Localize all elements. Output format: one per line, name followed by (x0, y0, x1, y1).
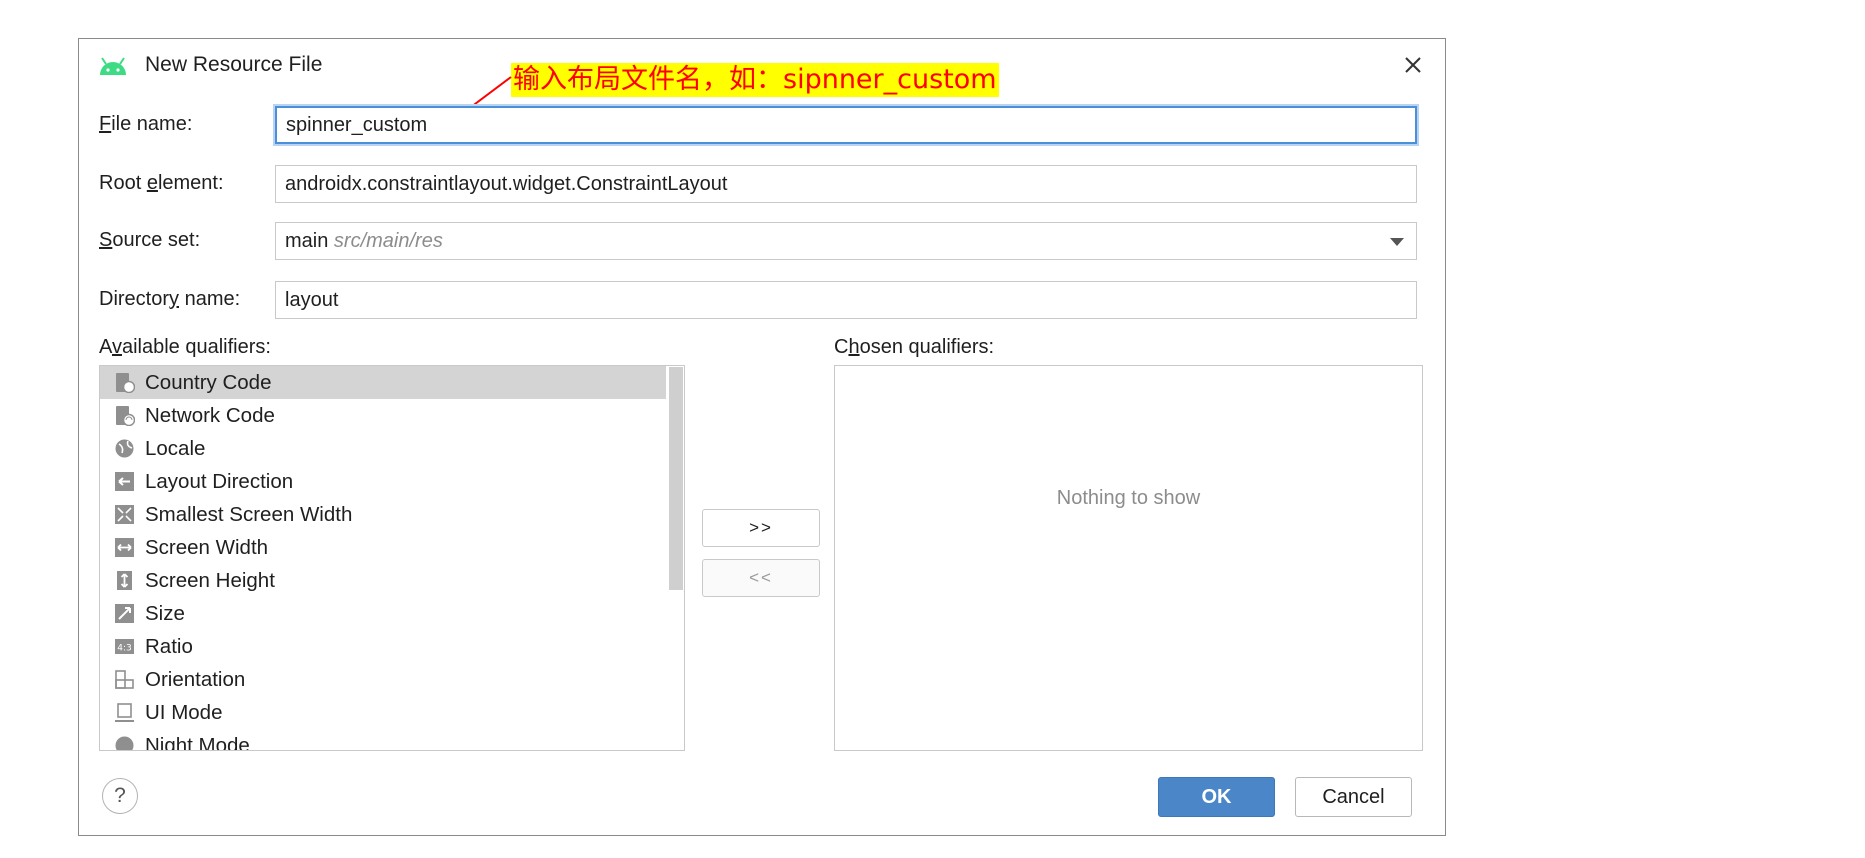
qualifier-label: Layout Direction (145, 470, 294, 493)
qualifier-item[interactable]: Locale (100, 432, 684, 465)
file-name-value: spinner_custom (286, 114, 428, 136)
available-qualifiers-label: Available qualifiers: (99, 336, 271, 358)
country-code-icon (116, 373, 135, 393)
ratio-icon: 4:3 (115, 639, 134, 654)
globe-icon (115, 439, 134, 458)
chosen-qualifiers-label: Chosen qualifiers: (834, 336, 995, 358)
qualifier-label: Network Code (145, 404, 275, 427)
qualifier-item[interactable]: Smallest Screen Width (100, 498, 684, 531)
empty-state-text: Nothing to show (1056, 487, 1201, 509)
qualifier-item[interactable]: Size (100, 597, 684, 630)
root-element-value: androidx.constraintlayout.widget.Constra… (285, 173, 728, 195)
qualifier-item[interactable]: Layout Direction (100, 465, 684, 498)
qualifier-item[interactable]: Screen Width (100, 531, 684, 564)
root-element-input[interactable]: androidx.constraintlayout.widget.Constra… (275, 165, 1417, 203)
orientation-icon (115, 670, 134, 689)
directory-name-input[interactable]: layout (275, 281, 1417, 319)
qualifier-label: Locale (145, 437, 206, 460)
smallest-screen-width-icon (115, 505, 134, 524)
qualifier-label: Night Mode (145, 734, 250, 751)
source-set-label: Source set: (99, 229, 201, 251)
cancel-button[interactable]: Cancel (1295, 777, 1412, 817)
qualifier-label: Size (145, 602, 185, 625)
qualifier-item[interactable]: Country Code (100, 366, 666, 399)
source-set-value: main (285, 230, 329, 252)
chosen-qualifiers-list[interactable]: Nothing to show (834, 365, 1423, 751)
svg-text:4:3: 4:3 (117, 644, 131, 654)
layout-direction-icon (115, 472, 134, 491)
available-qualifiers-list[interactable]: Country Code Network Code Locale Layout Dir… (99, 365, 685, 751)
qualifier-label: Smallest Screen Width (145, 503, 353, 526)
scrollbar-thumb[interactable] (669, 367, 683, 590)
dialog-title: New Resource File (145, 53, 323, 76)
remove-qualifier-button[interactable]: << (702, 559, 820, 597)
annotation-text: 输入布局文件名，如：sipnner_custom (511, 63, 999, 97)
screen-width-icon (115, 538, 134, 557)
source-set-dropdown[interactable]: main src/main/res (275, 222, 1417, 260)
help-icon[interactable]: ? (102, 778, 138, 814)
night-mode-icon (115, 736, 134, 750)
source-set-hint: src/main/res (333, 230, 443, 252)
qualifier-item[interactable]: Night Mode (100, 729, 684, 751)
chevron-down-icon[interactable] (1390, 238, 1404, 246)
directory-name-value: layout (285, 289, 339, 311)
qualifier-item[interactable]: Screen Height (100, 564, 684, 597)
close-icon[interactable] (1397, 49, 1429, 81)
new-resource-file-dialog: New Resource File 输入布局文件名，如：sipnner_cust… (78, 38, 1446, 836)
network-code-icon (116, 406, 135, 426)
ui-mode-icon (115, 703, 134, 722)
qualifier-label: Screen Width (145, 536, 269, 559)
qualifier-label: Country Code (145, 371, 272, 394)
qualifier-item[interactable]: 4:3 Ratio (100, 630, 684, 663)
root-element-label: Root element: (99, 172, 224, 194)
qualifier-item[interactable]: UI Mode (100, 696, 684, 729)
qualifier-label: Screen Height (145, 569, 275, 592)
qualifier-label: Ratio (145, 635, 193, 658)
qualifier-item[interactable]: Orientation (100, 663, 684, 696)
size-icon (115, 604, 134, 623)
android-icon (100, 57, 126, 75)
qualifier-label: Orientation (145, 668, 246, 691)
directory-name-label: Directory name: (99, 288, 241, 310)
screen-height-icon (117, 571, 132, 590)
ok-button[interactable]: OK (1158, 777, 1275, 817)
file-name-label: File name: (99, 113, 193, 135)
qualifier-item[interactable]: Network Code (100, 399, 684, 432)
add-qualifier-button[interactable]: >> (702, 509, 820, 547)
qualifier-label: UI Mode (145, 701, 223, 724)
file-name-input[interactable]: spinner_custom (275, 106, 1417, 144)
